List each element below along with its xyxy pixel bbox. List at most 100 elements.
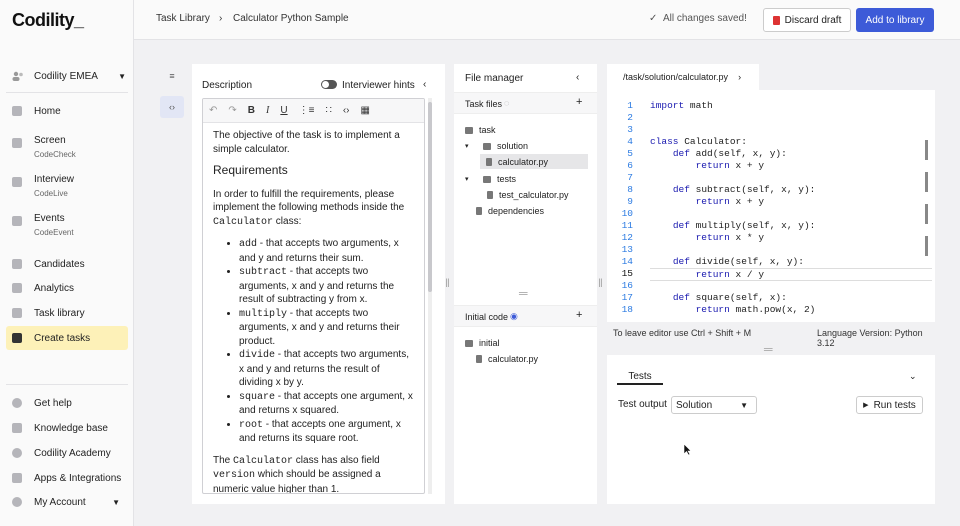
initial-code-label: Initial code: [465, 312, 509, 322]
file-test-calculator[interactable]: test_calculator.py: [487, 190, 569, 200]
help-icon: [12, 398, 22, 408]
folder-tests[interactable]: ▾ tests: [465, 174, 516, 184]
file-calculator-selected[interactable]: calculator.py: [480, 154, 588, 169]
vertical-resize-handle[interactable]: ═: [519, 286, 528, 300]
redo-icon[interactable]: ↷: [228, 105, 236, 116]
inline-code: multiply: [239, 308, 288, 320]
test-output-select[interactable]: Solution ▼: [671, 396, 757, 414]
collapse-left-icon[interactable]: ‹: [576, 72, 579, 83]
check-icon: ✓: [649, 13, 658, 24]
description-scroll-thumb[interactable]: [428, 102, 432, 292]
nav-label: Get help: [34, 397, 72, 409]
nav-label: Apps & Integrations: [34, 472, 122, 484]
run-tests-button[interactable]: ▶ Run tests: [856, 396, 923, 414]
folder-icon: [465, 339, 473, 347]
add-file-icon[interactable]: +: [576, 309, 582, 321]
code-line: def add(self, x, y):: [672, 148, 787, 159]
nav-label: Events: [34, 213, 65, 224]
add-to-library-button[interactable]: Add to library: [856, 8, 934, 32]
language-version: Language Version: Python 3.12: [817, 328, 923, 348]
code-scroll-marker: [925, 140, 928, 160]
nav-events[interactable]: Events CodeEvent: [6, 209, 128, 241]
code-editor-panel: /task/solution/calculator.py › 123456789…: [607, 64, 935, 348]
line-number: 18: [621, 304, 633, 315]
nav-label: Knowledge base: [34, 422, 108, 434]
folder-task[interactable]: task: [465, 125, 496, 135]
version-paragraph: The Calculator class has also field vers…: [213, 454, 414, 494]
inline-code: version: [213, 470, 256, 481]
inline-code: divide: [239, 350, 276, 361]
add-file-icon[interactable]: +: [576, 96, 582, 108]
chevron-down-icon[interactable]: ⌄: [909, 371, 917, 382]
list-item: root - that accepts one argument, x and …: [239, 418, 414, 446]
nav-get-help[interactable]: Get help: [6, 391, 128, 415]
ordered-list-icon[interactable]: ⋮≡: [299, 105, 315, 116]
nav-analytics[interactable]: Analytics: [6, 276, 128, 300]
nav-academy[interactable]: Codility Academy: [6, 441, 128, 465]
line-number: 5: [627, 148, 633, 159]
nav-knowledge-base[interactable]: Knowledge base: [6, 416, 128, 440]
code-panel-icon[interactable]: ‹›: [160, 96, 184, 118]
code-line: def square(self, x):: [672, 292, 787, 303]
table-icon[interactable]: ▦: [360, 105, 369, 116]
nav-interview[interactable]: Interview CodeLive: [6, 170, 128, 202]
line-number: 15: [621, 268, 633, 279]
line-number: 8: [627, 184, 633, 195]
file-initial-calculator[interactable]: calculator.py: [476, 354, 538, 364]
file-label: calculator.py: [488, 354, 539, 364]
line-number: 3: [627, 124, 633, 135]
italic-icon[interactable]: I: [266, 105, 269, 116]
collapse-left-icon[interactable]: ‹: [423, 79, 426, 90]
rich-text-editor[interactable]: ↶ ↷ B I U ⋮≡ ∷ ‹› ▦ The objective of the…: [202, 98, 425, 494]
folder-initial[interactable]: initial: [465, 338, 500, 348]
text: class has also field: [293, 454, 380, 466]
hidden-eye-icon[interactable]: ◌: [504, 98, 509, 108]
resize-handle[interactable]: ‖: [598, 276, 603, 290]
discard-label: Discard draft: [784, 14, 842, 26]
nav-task-library[interactable]: Task library: [6, 301, 128, 325]
caret-down-icon: ▼: [740, 400, 748, 410]
nav-create-tasks[interactable]: Create tasks: [6, 326, 128, 350]
folder-label: tests: [497, 174, 517, 184]
inline-code: Calculator: [233, 455, 294, 467]
run-tests-label: Run tests: [873, 399, 916, 411]
tests-panel: Tests ⌄ Test output Solution ▼ ▶ Run tes…: [607, 355, 935, 504]
line-number: 2: [627, 112, 633, 123]
discard-draft-button[interactable]: Discard draft: [763, 8, 851, 32]
file-manager-panel: File manager ‹ Task files ◌ + task ▾ sol…: [454, 64, 597, 504]
nav-apps[interactable]: Apps & Integrations: [6, 466, 128, 490]
tab-tests[interactable]: Tests: [617, 363, 663, 385]
nav-sublabel: CodeCheck: [34, 150, 76, 159]
methods-list: add - that accepts two arguments, x and …: [213, 237, 414, 446]
underline-icon[interactable]: U: [280, 105, 287, 116]
text: In order to fulfill the requirements, pl…: [213, 188, 405, 214]
org-switcher[interactable]: Codility EMEA ▼: [12, 69, 126, 83]
text: class:: [273, 215, 302, 227]
caret-down-icon: ▼: [118, 71, 126, 81]
list-item: add - that accepts two arguments, x and …: [239, 237, 414, 265]
file-dependencies[interactable]: dependencies: [476, 206, 544, 216]
code-icon[interactable]: ‹›: [343, 105, 350, 116]
interviewer-hints-toggle[interactable]: [321, 80, 337, 89]
vertical-resize-handle[interactable]: ═: [764, 342, 773, 356]
resize-handle[interactable]: ‖: [445, 276, 450, 290]
nav-home[interactable]: Home: [6, 99, 128, 123]
eye-icon[interactable]: ◉: [510, 311, 518, 322]
description-content[interactable]: The objective of the task is to implemen…: [203, 123, 424, 494]
nav-screen[interactable]: Screen CodeCheck: [6, 131, 128, 163]
bold-icon[interactable]: B: [248, 105, 255, 116]
folder-solution[interactable]: ▾ solution: [465, 141, 528, 151]
code-scroll-marker: [925, 172, 928, 192]
description-panel-icon[interactable]: ≡: [160, 65, 184, 87]
nav-my-account[interactable]: My Account ▼: [6, 490, 128, 514]
bullet-list-icon[interactable]: ∷: [325, 105, 331, 116]
line-number: 10: [621, 208, 633, 219]
code-editor[interactable]: 1 2 3 4 5 6 7 8 9 10 11 12 13 14 15 16 17 18 import math …: [607, 90, 935, 322]
undo-icon[interactable]: ↶: [209, 105, 217, 116]
nav-candidates[interactable]: Candidates: [6, 252, 128, 276]
description-title: Description: [202, 80, 253, 91]
breadcrumb-task-library[interactable]: Task Library: [156, 13, 210, 24]
nav-label: Interview: [34, 174, 75, 185]
file-tab[interactable]: /task/solution/calculator.py ›: [607, 64, 759, 90]
line-number: 12: [621, 232, 633, 243]
